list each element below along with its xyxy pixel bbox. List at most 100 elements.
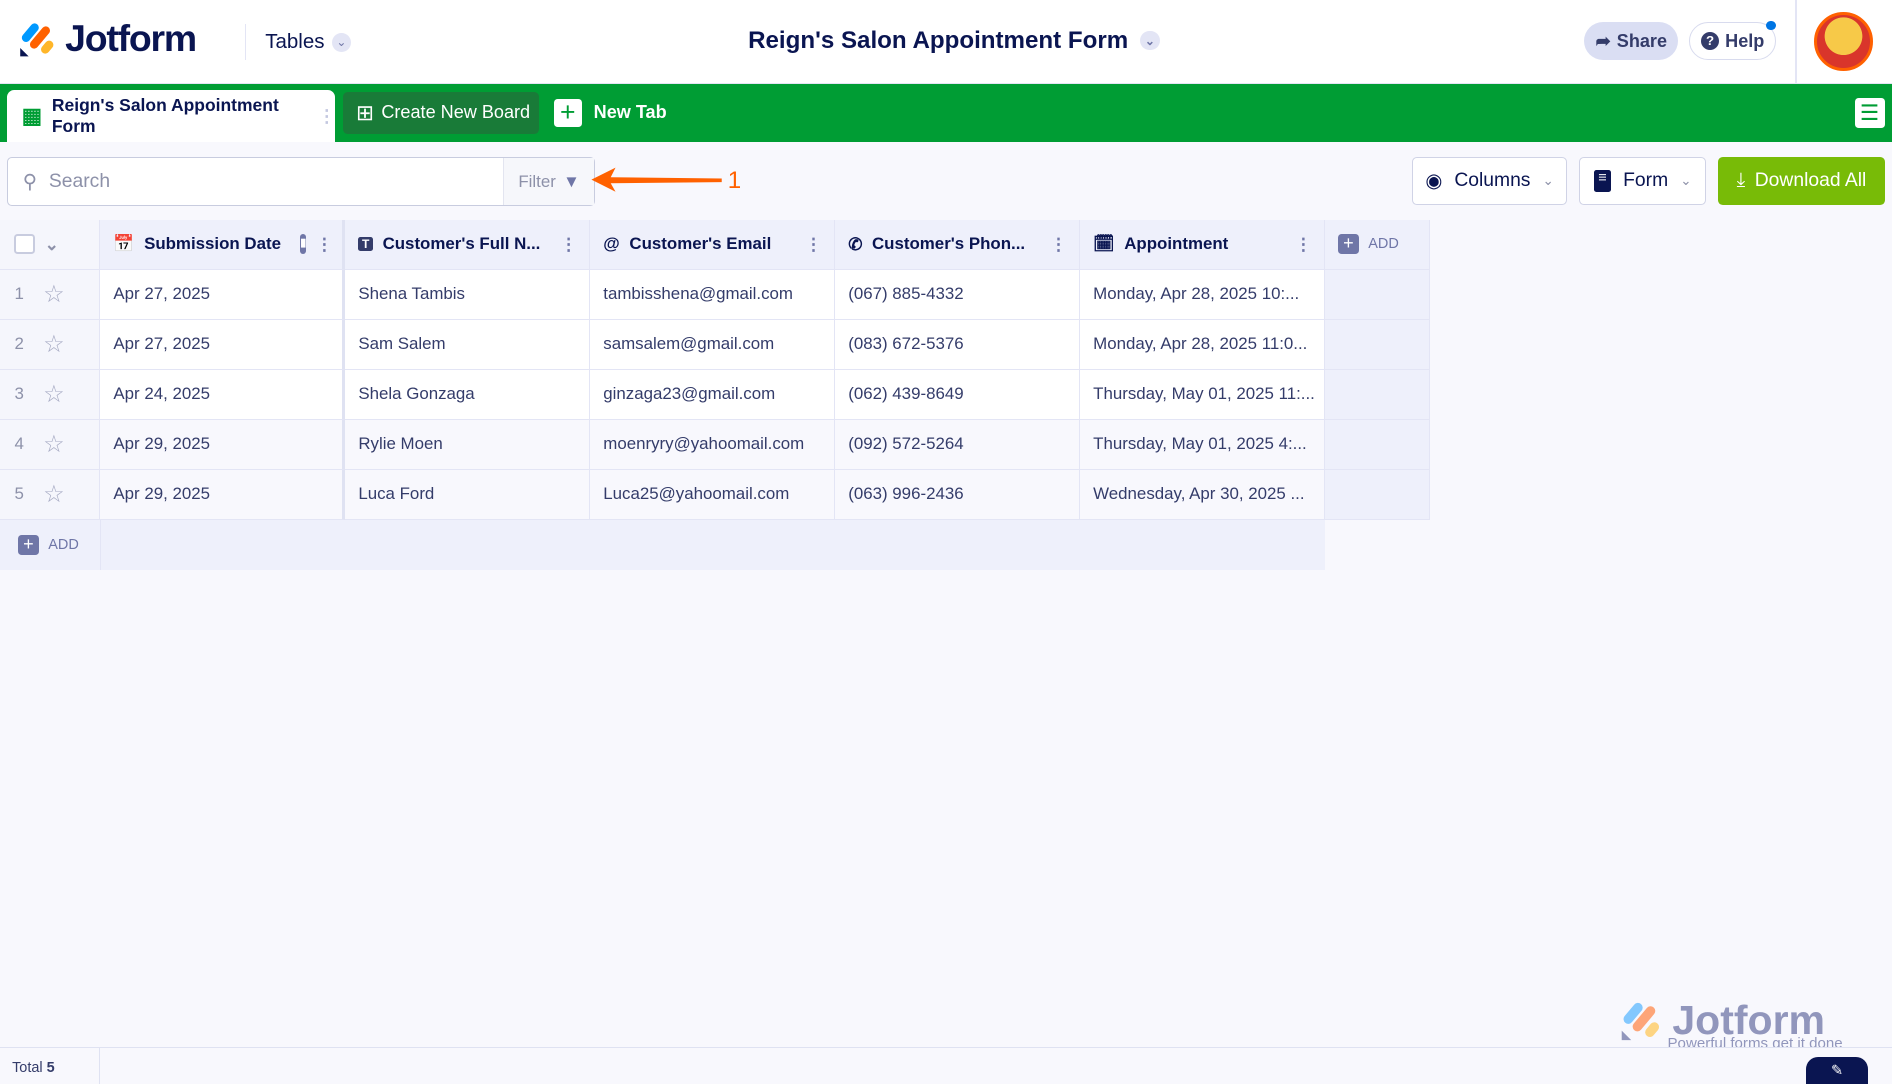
new-tab-label: New Tab <box>593 102 667 123</box>
share-icon: ➦ <box>1595 30 1611 51</box>
eye-icon: ◉ <box>1425 170 1443 192</box>
cell-phone[interactable]: (067) 885-4332 <box>834 269 1080 320</box>
form-button[interactable]: ≡ Form ⌄ <box>1579 156 1707 206</box>
cell-name[interactable]: Shena Tambis <box>345 269 591 320</box>
select-all-checkbox[interactable] <box>14 233 35 255</box>
column-menu-icon[interactable]: ⋮ <box>1050 234 1067 255</box>
cell-phone[interactable]: (063) 996-2436 <box>834 469 1080 520</box>
cell-email[interactable]: tambisshena@gmail.com <box>590 269 835 320</box>
star-icon[interactable]: ☆ <box>43 380 65 409</box>
table-row[interactable]: 4 ☆ Apr 29, 2025 Rylie Moen moenryry@yahooma… <box>0 419 1430 470</box>
plus-icon: + <box>18 534 39 556</box>
chevron-down-icon[interactable]: ⌄ <box>45 234 59 255</box>
tab-reigns-salon-form[interactable]: ▦ Reign's Salon Appointment Form ⋮ <box>7 90 336 143</box>
tables-dropdown[interactable]: Tables ⌄ <box>244 24 352 61</box>
pin-icon[interactable]: ▮ <box>300 234 307 254</box>
columns-button[interactable]: ◉ Columns ⌄ <box>1411 156 1568 206</box>
cell-name[interactable]: Rylie Moen <box>345 419 591 470</box>
column-header-full-name[interactable]: T Customer's Full N... ⋮ <box>345 219 591 270</box>
board-icon: ⊞ <box>355 99 375 125</box>
cell-appt[interactable]: Thursday, May 01, 2025 11:... <box>1079 369 1325 420</box>
cell-appt[interactable]: Thursday, May 01, 2025 4:... <box>1079 419 1325 470</box>
cell-date[interactable]: Apr 24, 2025 <box>100 369 346 420</box>
column-header-email[interactable]: @ Customer's Email ⋮ <box>590 219 835 270</box>
jotform-watermark: Jotform Powerful forms get it done <box>1619 997 1843 1052</box>
cell-email[interactable]: ginzaga23@gmail.com <box>590 369 835 420</box>
plus-icon: + <box>553 99 582 127</box>
total-label: Total <box>12 1060 43 1077</box>
cell-date[interactable]: Apr 29, 2025 <box>100 469 346 520</box>
add-column-label: ADD <box>1368 236 1399 253</box>
add-row-button[interactable]: + ADD <box>0 520 1325 570</box>
cell-email[interactable]: Luca25@yahoomail.com <box>590 469 835 520</box>
chevron-down-icon: ⌄ <box>1680 172 1692 188</box>
cell-appt[interactable]: Wednesday, Apr 30, 2025 ... <box>1079 469 1325 520</box>
star-icon[interactable]: ☆ <box>43 280 65 309</box>
cell-name[interactable]: Sam Salem <box>345 319 591 370</box>
search-input[interactable] <box>48 170 460 193</box>
add-column-button[interactable]: + ADD <box>1324 219 1430 270</box>
row-number: 2 <box>14 334 24 354</box>
column-header-phone[interactable]: ✆ Customer's Phon... ⋮ <box>834 219 1080 270</box>
cell-phone[interactable]: (083) 672-5376 <box>834 319 1080 370</box>
brand-name: Jotform <box>65 16 197 59</box>
new-tab-button[interactable]: + New Tab <box>553 99 667 127</box>
tab-more-icon[interactable]: ⋮ <box>318 106 335 127</box>
cell-name[interactable]: Shela Gonzaga <box>345 369 591 420</box>
table-row[interactable]: 1 ☆ Apr 27, 2025 Shena Tambis tambisshena@gm… <box>0 269 1430 320</box>
column-header-appointment[interactable]: 🗓 Appointment ⋮ <box>1079 219 1325 270</box>
cell-date[interactable]: Apr 27, 2025 <box>100 319 346 370</box>
star-icon[interactable]: ☆ <box>43 430 65 459</box>
column-menu-icon[interactable]: ⋮ <box>805 234 822 255</box>
table-row[interactable]: 2 ☆ Apr 27, 2025 Sam Salem samsalem@gmail.co… <box>0 319 1430 370</box>
cell-appt[interactable]: Monday, Apr 28, 2025 11:0... <box>1079 319 1325 370</box>
feedback-button[interactable]: ✎ <box>1806 1056 1868 1084</box>
column-label: Customer's Email <box>629 234 772 254</box>
columns-label: Columns <box>1454 169 1531 191</box>
table-header: ⌄ 📅 Submission Date ▮ ⋮ T Customer's Full N.… <box>0 219 1430 270</box>
create-board-label: Create New Board <box>381 102 531 123</box>
row-number: 1 <box>14 284 24 304</box>
form-title-dropdown[interactable]: Reign's Salon Appointment Form ⌄ <box>748 27 1160 55</box>
row-number: 4 <box>14 434 24 454</box>
footer: Total 5 <box>0 1047 1892 1084</box>
help-label: Help <box>1725 30 1765 51</box>
help-button[interactable]: ? Help <box>1689 21 1777 61</box>
cell-date[interactable]: Apr 29, 2025 <box>100 419 346 470</box>
cell-appt[interactable]: Monday, Apr 28, 2025 10:... <box>1079 269 1325 320</box>
filter-button[interactable]: Filter ▼ <box>503 157 594 206</box>
empty-cell <box>1324 319 1430 370</box>
download-all-button[interactable]: ⤓ Download All <box>1718 156 1885 206</box>
column-label: Customer's Full N... <box>382 234 541 254</box>
cell-phone[interactable]: (092) 572-5264 <box>834 419 1080 470</box>
column-menu-icon[interactable]: ⋮ <box>316 234 333 255</box>
cell-phone[interactable]: (062) 439-8649 <box>834 369 1080 420</box>
chevron-down-icon: ⌄ <box>1140 30 1160 51</box>
cell-date[interactable]: Apr 27, 2025 <box>100 269 346 320</box>
share-button[interactable]: ➦ Share <box>1584 21 1679 61</box>
star-icon[interactable]: ☆ <box>43 480 65 509</box>
column-label: Submission Date <box>144 234 281 254</box>
cell-name[interactable]: Luca Ford <box>345 469 591 520</box>
star-icon[interactable]: ☆ <box>43 330 65 359</box>
table-row[interactable]: 3 ☆ Apr 24, 2025 Shela Gonzaga ginzaga23@gma… <box>0 369 1430 420</box>
hamburger-menu-icon[interactable]: ☰ <box>1854 97 1885 128</box>
download-icon: ⤓ <box>1736 169 1746 191</box>
table-row[interactable]: 5 ☆ Apr 29, 2025 Luca Ford Luca25@yahoomail.… <box>0 469 1430 520</box>
avatar[interactable] <box>1813 12 1873 72</box>
cell-email[interactable]: moenryry@yahoomail.com <box>590 419 835 470</box>
tab-label: Reign's Salon Appointment Form <box>51 95 279 137</box>
share-label: Share <box>1616 30 1668 51</box>
column-menu-icon[interactable]: ⋮ <box>1295 234 1312 255</box>
calendar-icon: 📅 <box>113 234 135 254</box>
jotform-logo-icon <box>20 23 54 57</box>
cell-email[interactable]: samsalem@gmail.com <box>590 319 835 370</box>
column-header-submission-date[interactable]: 📅 Submission Date ▮ ⋮ <box>100 219 346 270</box>
empty-cell <box>1324 469 1430 520</box>
phone-icon: ✆ <box>848 234 863 254</box>
column-menu-icon[interactable]: ⋮ <box>560 234 577 255</box>
data-table: ⌄ 📅 Submission Date ▮ ⋮ T Customer's Full N.… <box>0 219 1430 520</box>
table-grid-icon: ▦ <box>21 103 43 129</box>
jotform-logo[interactable]: Jotform <box>19 16 197 60</box>
create-new-board-button[interactable]: ⊞ Create New Board <box>342 91 540 134</box>
